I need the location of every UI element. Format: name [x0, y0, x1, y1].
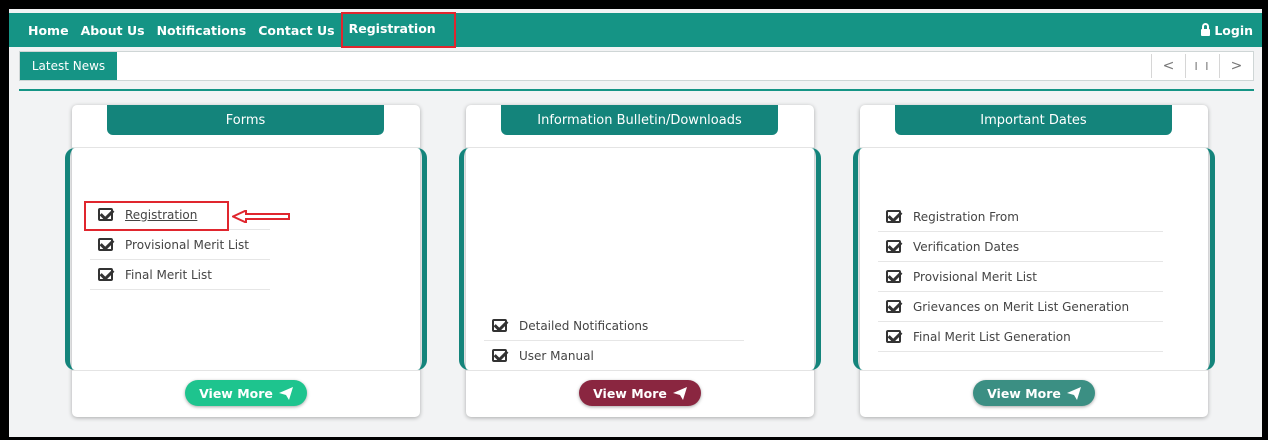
panel-divider [860, 370, 1208, 371]
view-more-button[interactable]: View More [185, 380, 307, 406]
page-frame: Home About Us Notifications Contact Us R… [9, 9, 1262, 437]
item-label: Final Merit List Generation [913, 329, 1071, 344]
important-dates-panel: Important Dates Registration From Verifi… [853, 105, 1215, 417]
information-bulletin-panel-body: Detailed Notifications User Manual [459, 148, 821, 370]
view-more-button[interactable]: View More [579, 380, 701, 406]
paper-plane-icon [1066, 386, 1081, 400]
list-item-provisional-merit-list[interactable]: Provisional Merit List [878, 262, 1163, 292]
nav-home[interactable]: Home [26, 23, 71, 38]
forms-panel: Forms Registration Provisional Merit Lis… [65, 105, 427, 417]
news-next-button[interactable]: > [1219, 54, 1253, 78]
check-square-icon [886, 210, 901, 223]
check-square-icon [98, 238, 113, 251]
list-item-detailed-notifications[interactable]: Detailed Notifications [484, 311, 744, 341]
item-label: User Manual [519, 348, 594, 363]
view-more-button[interactable]: View More [973, 380, 1095, 406]
forms-panel-body: Registration Provisional Merit List Fina… [65, 148, 427, 370]
top-navbar: Home About Us Notifications Contact Us R… [9, 12, 1262, 48]
login-label: Login [1214, 22, 1253, 38]
paper-plane-icon [278, 386, 293, 400]
nav-registration[interactable]: Registration [340, 12, 456, 48]
check-square-icon [886, 270, 901, 283]
forms-panel-title: Forms [107, 105, 384, 135]
view-more-label: View More [987, 385, 1061, 401]
check-square-icon [886, 240, 901, 253]
important-dates-panel-title: Important Dates [895, 105, 1172, 135]
list-item-user-manual[interactable]: User Manual [484, 341, 744, 370]
news-prev-button[interactable]: < [1151, 54, 1185, 78]
list-item-verification-dates[interactable]: Verification Dates [878, 232, 1163, 262]
section-divider [19, 89, 1254, 91]
check-square-icon [492, 349, 507, 362]
list-item-grievances[interactable]: Grievances on Merit List Generation [878, 292, 1163, 322]
latest-news-label: Latest News [20, 52, 117, 80]
item-label: Verification Dates [913, 239, 1020, 254]
check-square-icon [886, 300, 901, 313]
item-label: Registration From [913, 209, 1019, 224]
check-square-icon [98, 268, 113, 281]
panel-divider [72, 370, 420, 371]
nav-contact-us[interactable]: Contact Us [256, 23, 336, 38]
item-label: Grievances on Merit List Generation [913, 299, 1130, 314]
registration-highlight-box [84, 201, 229, 231]
information-bulletin-panel: Information Bulletin/Downloads Detailed … [459, 105, 821, 417]
view-more-label: View More [199, 385, 273, 401]
nav-notifications[interactable]: Notifications [155, 23, 249, 38]
item-label: Detailed Notifications [519, 318, 649, 333]
item-label: Provisional Merit List [913, 269, 1038, 284]
list-item-registration-from[interactable]: Registration From [878, 202, 1163, 232]
check-square-icon [886, 330, 901, 343]
item-label: Final Merit List [125, 267, 212, 282]
nav-about-us[interactable]: About Us [79, 23, 147, 38]
paper-plane-icon [672, 386, 687, 400]
view-more-label: View More [593, 385, 667, 401]
list-item-provisional-merit-list[interactable]: Provisional Merit List [90, 230, 270, 260]
item-label: Provisional Merit List [125, 237, 250, 252]
lock-icon [1201, 22, 1211, 36]
news-pause-button[interactable]: I I [1185, 54, 1219, 78]
important-dates-panel-body: Registration From Verification Dates Pro… [853, 148, 1215, 370]
check-square-icon [492, 319, 507, 332]
list-item-final-merit-list-generation[interactable]: Final Merit List Generation [878, 322, 1163, 352]
latest-news-bar: Latest News < I I > [19, 51, 1254, 81]
information-bulletin-panel-title: Information Bulletin/Downloads [501, 105, 778, 135]
panel-divider [466, 370, 814, 371]
left-arrow-annotation [232, 210, 290, 223]
list-item-final-merit-list[interactable]: Final Merit List [90, 260, 270, 290]
login-link[interactable]: Login [1201, 13, 1253, 47]
